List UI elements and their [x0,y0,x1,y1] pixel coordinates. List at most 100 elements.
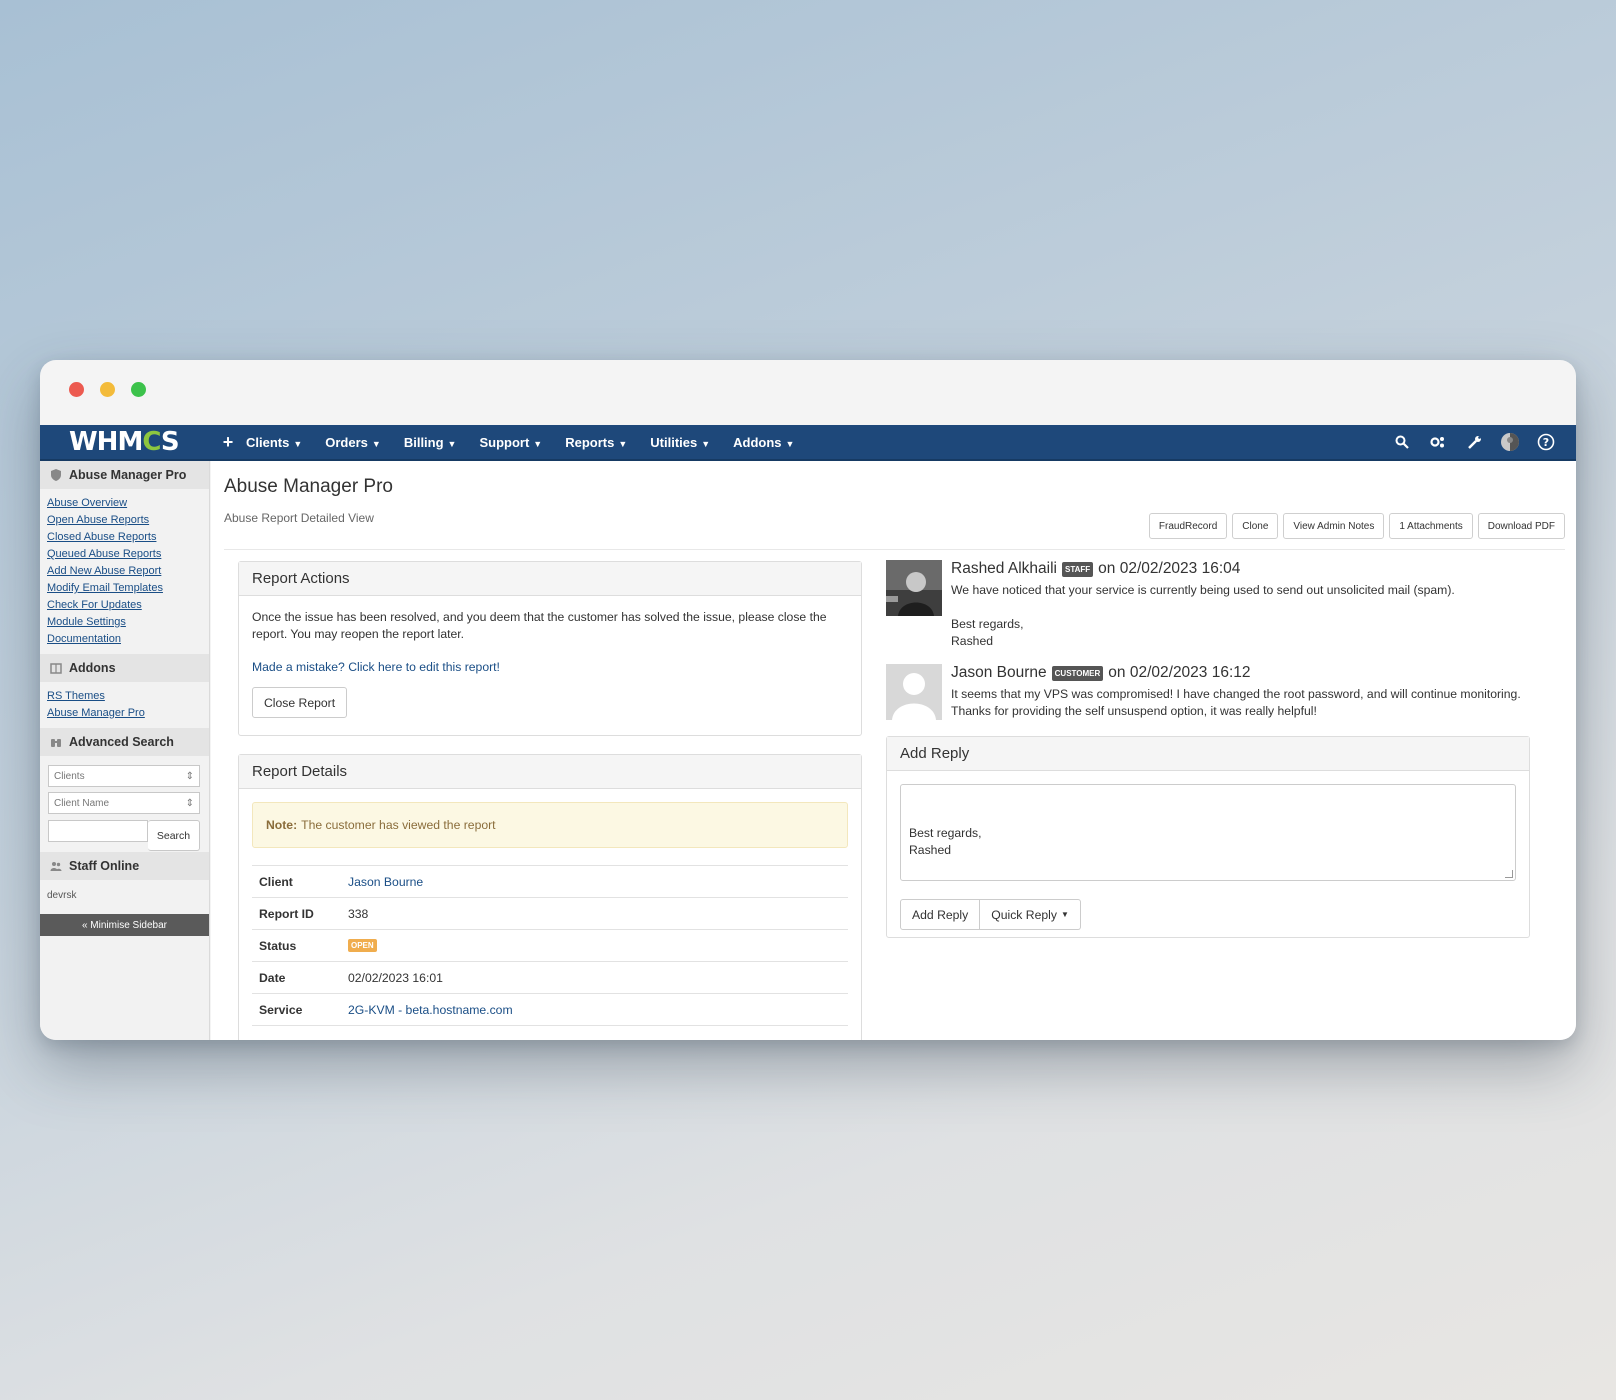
table-row: Report ID 338 [252,898,848,930]
status-badge: OPEN [348,939,377,952]
page-subtitle: Abuse Report Detailed View [224,511,374,525]
shield-icon [51,469,61,481]
minimise-sidebar-button[interactable]: « Minimise Sidebar [40,914,209,936]
search-icon[interactable] [1384,424,1420,460]
staff-message: Rashed Alkhaili STAFF on 02/02/2023 16:04 … [886,560,1536,650]
sidebar-link-abuse-overview[interactable]: Abuse Overview [47,495,209,512]
main-content: Abuse Manager Pro Abuse Report Detailed … [211,461,1576,1040]
customer-avatar [886,664,942,720]
sidebar-heading-staff-online: Staff Online [40,852,209,880]
sidebar: Abuse Manager Pro Abuse Overview Open Ab… [40,461,210,1040]
page-title: Abuse Manager Pro [224,476,393,497]
sidebar-link-email-templates[interactable]: Modify Email Templates [47,580,209,597]
report-details-heading: Report Details [239,755,861,789]
report-actions-heading: Report Actions [239,562,861,596]
svg-text:?: ? [1543,436,1549,449]
sidebar-link-rs-themes[interactable]: RS Themes [47,688,209,705]
caret-down-icon: ▼ [533,438,543,449]
user-avatar-icon[interactable] [1492,424,1528,460]
caret-down-icon: ▼ [371,438,381,449]
report-toolbar: FraudRecord Clone View Admin Notes 1 Att… [1148,513,1565,539]
help-icon[interactable]: ? [1528,424,1564,460]
cube-icon [50,663,62,674]
whmcs-logo[interactable]: WHMCS [40,427,210,457]
select-arrows-icon: ⇕ [185,770,194,782]
customer-message: Jason Bourne CUSTOMER on 02/02/2023 16:12 … [886,664,1536,720]
resize-grip-icon[interactable] [1505,870,1513,878]
gears-icon[interactable] [1420,424,1456,460]
report-actions-text: Once the issue has been resolved, and yo… [252,610,827,641]
sidebar-link-add-report[interactable]: Add New Abuse Report [47,563,209,580]
view-admin-notes-button[interactable]: View Admin Notes [1283,513,1385,539]
reply-textarea[interactable]: Best regards, Rashed [900,784,1516,881]
clone-button[interactable]: Clone [1232,513,1279,539]
window-titlebar [40,360,1576,425]
sidebar-link-queued-reports[interactable]: Queued Abuse Reports [47,546,209,563]
select-arrows-icon: ⇕ [185,797,194,809]
binoculars-icon [51,739,61,747]
service-link[interactable]: 2G-KVM - beta.hostname.com [348,1003,513,1017]
search-input[interactable] [48,820,148,842]
close-report-button[interactable]: Close Report [252,687,348,718]
caret-down-icon: ▼ [701,438,711,449]
sidebar-heading-addons: Addons [40,654,209,682]
message-text: It seems that my VPS was compromised! I … [951,687,1521,718]
table-row: Client Jason Bourne [252,866,848,898]
report-details-panel: Report Details Note: The customer has vie… [238,754,862,1040]
edit-report-link[interactable]: Made a mistake? Click here to edit this … [252,660,848,674]
add-new-button[interactable]: + [210,432,246,453]
sidebar-search-button[interactable]: Search [148,820,200,851]
add-reply-panel: Add Reply Best regards, Rashed Add Reply… [886,736,1530,938]
table-row: Service 2G-KVM - beta.hostname.com [252,994,848,1026]
nav-reports[interactable]: Reports ▼ [565,435,627,450]
sidebar-link-closed-reports[interactable]: Closed Abuse Reports [47,529,209,546]
nav-utilities[interactable]: Utilities ▼ [650,435,710,450]
message-author: Jason Bourne [951,664,1047,681]
nav-orders[interactable]: Orders ▼ [325,435,381,450]
close-window-dot[interactable] [69,382,84,397]
message-text: We have noticed that your service is cur… [951,583,1455,597]
report-actions-panel: Report Actions Once the issue has been r… [238,561,862,736]
quick-reply-button[interactable]: Quick Reply ▼ [980,899,1081,930]
nav-addons[interactable]: Addons ▼ [733,435,794,450]
nav-support[interactable]: Support ▼ [479,435,542,450]
nav-clients[interactable]: Clients ▼ [246,435,302,450]
sidebar-link-open-reports[interactable]: Open Abuse Reports [47,512,209,529]
message-signature: Rashed [951,634,994,648]
add-reply-heading: Add Reply [887,737,1529,771]
nav-billing[interactable]: Billing ▼ [404,435,457,450]
staff-online-name: devrsk [47,890,77,901]
message-date: on 02/02/2023 16:04 [1098,560,1241,577]
caret-down-icon: ▼ [618,438,628,449]
search-field-select[interactable]: Client Name ⇕ [48,792,200,814]
browser-window: WHMCS + Clients ▼ Orders ▼ Billing ▼ Suppor… [40,360,1576,1040]
caret-down-icon: ▼ [1060,910,1069,919]
customer-tag: CUSTOMER [1051,665,1104,681]
fraudrecord-button[interactable]: FraudRecord [1148,513,1228,539]
attachments-button[interactable]: 1 Attachments [1389,513,1473,539]
table-row: Date 02/02/2023 16:01 [252,962,848,994]
header-divider [224,549,1565,550]
add-reply-button[interactable]: Add Reply [900,899,981,930]
caret-down-icon: ▼ [293,438,303,449]
download-pdf-button[interactable]: Download PDF [1477,513,1565,539]
top-navbar: WHMCS + Clients ▼ Orders ▼ Billing ▼ Suppor… [40,425,1576,461]
sidebar-link-documentation[interactable]: Documentation [47,631,209,648]
viewed-note: Note: The customer has viewed the report [252,802,848,848]
caret-down-icon: ▼ [447,438,457,449]
minimize-window-dot[interactable] [100,382,115,397]
search-type-select[interactable]: Clients ⇕ [48,765,200,787]
staff-tag: STAFF [1061,561,1094,577]
sidebar-heading-advanced-search: Advanced Search [40,728,209,756]
staff-avatar [886,560,942,616]
sidebar-link-abuse-manager-pro[interactable]: Abuse Manager Pro [47,705,209,722]
sidebar-link-module-settings[interactable]: Module Settings [47,614,209,631]
sidebar-link-check-updates[interactable]: Check For Updates [47,597,209,614]
zoom-window-dot[interactable] [131,382,146,397]
message-signoff: Best regards, [951,617,1024,631]
wrench-icon[interactable] [1456,424,1492,460]
client-link[interactable]: Jason Bourne [348,875,423,889]
table-row: Status OPEN [252,930,848,962]
message-date: on 02/02/2023 16:12 [1108,664,1251,681]
users-icon [50,862,62,871]
